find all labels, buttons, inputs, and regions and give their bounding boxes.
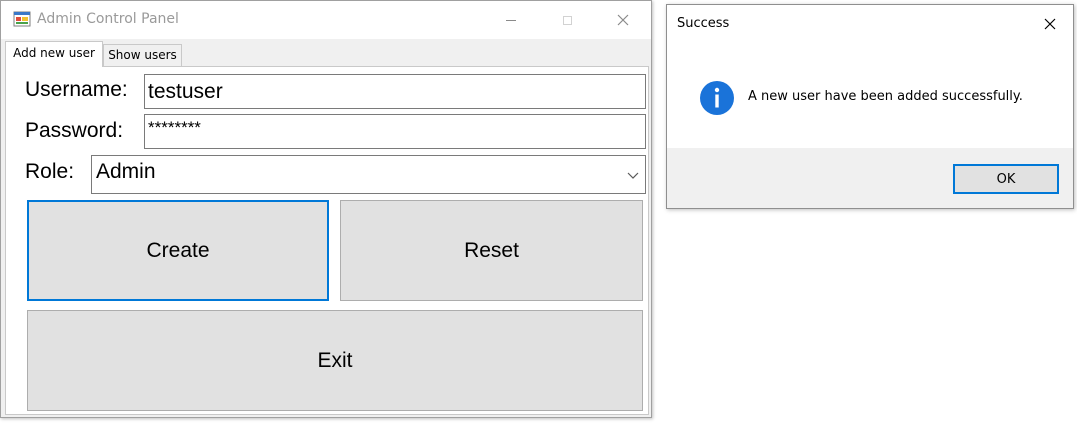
dialog-title: Success: [677, 16, 730, 31]
info-icon: [700, 81, 734, 115]
desktop: Admin Control Panel Show users Add new u…: [0, 0, 1077, 424]
close-button[interactable]: [595, 1, 651, 39]
role-select-value: Admin: [96, 160, 156, 183]
maximize-button[interactable]: [539, 1, 595, 39]
role-select[interactable]: Admin: [91, 155, 646, 194]
chevron-down-icon: [627, 172, 639, 179]
exit-button[interactable]: Exit: [27, 310, 643, 411]
minimize-button[interactable]: [483, 1, 539, 39]
close-icon[interactable]: [1037, 11, 1063, 37]
close-icon: [617, 14, 629, 26]
password-label: Password:: [25, 119, 124, 142]
username-label: Username:: [25, 78, 128, 101]
minimize-icon: [506, 19, 516, 21]
success-dialog: Success A new user have been added succe…: [666, 4, 1074, 209]
username-input[interactable]: testuser: [144, 74, 646, 109]
create-button[interactable]: Create: [27, 200, 329, 301]
tab-add-new-user[interactable]: Add new user: [5, 41, 103, 67]
password-input[interactable]: ********: [144, 114, 646, 149]
reset-button[interactable]: Reset: [340, 200, 643, 301]
ok-button[interactable]: OK: [953, 164, 1059, 194]
dialog-footer: OK: [667, 148, 1073, 208]
admin-control-panel-window: Admin Control Panel Show users Add new u…: [0, 0, 652, 418]
app-icon: [13, 11, 31, 27]
dialog-message: A new user have been added successfully.: [748, 89, 1023, 104]
window-title: Admin Control Panel: [37, 11, 179, 27]
role-label: Role:: [25, 160, 75, 183]
tab-show-users[interactable]: Show users: [103, 44, 182, 66]
title-bar: Admin Control Panel: [1, 1, 651, 39]
maximize-icon: [562, 15, 572, 25]
